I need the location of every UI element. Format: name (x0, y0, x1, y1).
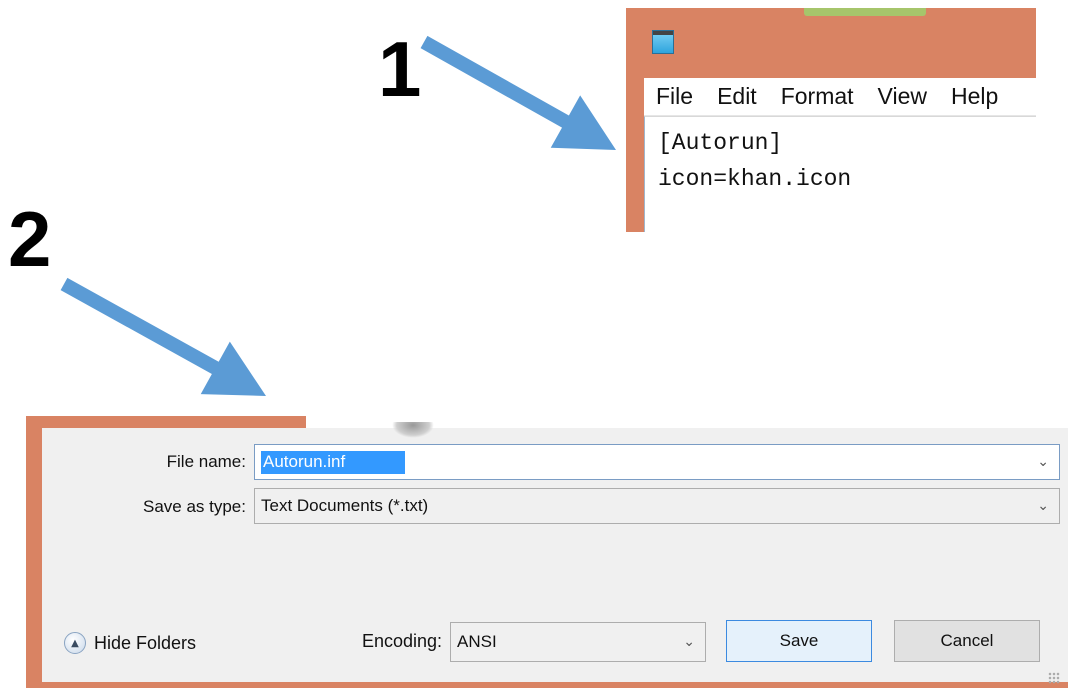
save-button[interactable]: Save (726, 620, 872, 662)
text-line: [Autorun] (658, 130, 783, 156)
chevron-down-icon[interactable]: ⌄ (1037, 498, 1049, 514)
notepad-window: File Edit Format View Help [Autorun] icon… (626, 8, 1036, 232)
menu-file[interactable]: File (644, 83, 705, 110)
menu-format[interactable]: Format (769, 83, 866, 110)
notepad-icon (652, 30, 674, 54)
chevron-up-circle-icon: ▲ (64, 632, 86, 654)
chevron-down-icon[interactable]: ⌄ (683, 634, 695, 650)
text-line: icon=khan.icon (658, 166, 852, 192)
save-as-type-label: Save as type: (142, 497, 246, 516)
menu-help[interactable]: Help (939, 83, 1010, 110)
resize-grip[interactable] (1048, 672, 1060, 684)
notepad-text-area[interactable]: [Autorun] icon=khan.icon (644, 116, 1036, 232)
encoding-value: ANSI (457, 632, 497, 651)
folder-thumbnail (392, 422, 434, 438)
file-name-value: Autorun.inf (261, 450, 406, 474)
cancel-button[interactable]: Cancel (894, 620, 1040, 662)
drive-tools-strip (804, 8, 926, 16)
hide-folders-button[interactable]: ▲ Hide Folders (64, 632, 196, 654)
step-number-1: 1 (378, 25, 422, 113)
step-number-2: 2 (8, 195, 52, 283)
menu-view[interactable]: View (866, 83, 939, 110)
hide-folders-label: Hide Folders (94, 632, 197, 653)
save-as-type-value: Text Documents (*.txt) (261, 496, 429, 515)
file-name-label: File name: (166, 452, 246, 471)
encoding-label: Encoding: (361, 631, 442, 651)
chevron-down-icon[interactable]: ⌄ (1037, 454, 1049, 470)
arrow-to-save-dialog (60, 277, 266, 396)
save-as-type-select[interactable]: Text Documents (*.txt) ⌄ (254, 488, 1060, 524)
menu-edit[interactable]: Edit (705, 83, 769, 110)
file-name-input[interactable]: Autorun.inf ⌄ (254, 444, 1060, 480)
notepad-menubar: File Edit Format View Help (644, 78, 1036, 116)
encoding-select[interactable]: ANSI ⌄ (450, 622, 706, 662)
arrow-to-notepad (420, 35, 616, 150)
